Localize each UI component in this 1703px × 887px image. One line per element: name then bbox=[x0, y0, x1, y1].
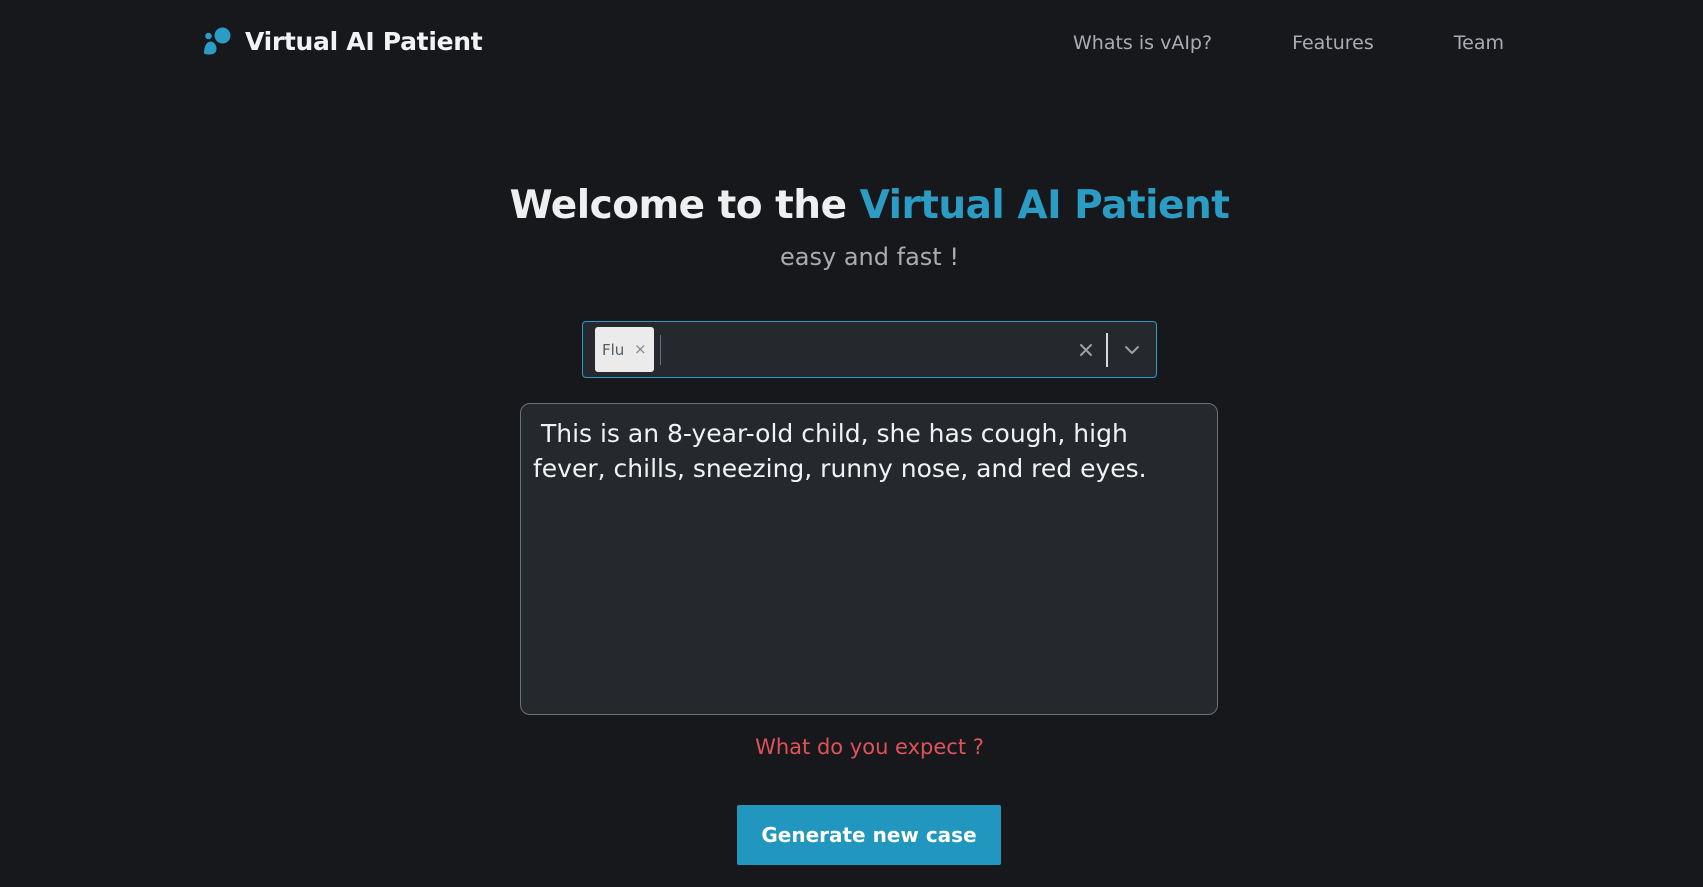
brand-name: Virtual AI Patient bbox=[245, 26, 483, 56]
chevron-down-icon bbox=[1125, 345, 1139, 354]
nav-link-features[interactable]: Features bbox=[1292, 32, 1374, 54]
selected-chip-flu: Flu × bbox=[595, 327, 654, 372]
title-prefix: Welcome to the bbox=[509, 183, 860, 228]
nav-link-team[interactable]: Team bbox=[1454, 32, 1504, 54]
close-icon bbox=[1080, 343, 1092, 356]
page-subtitle: easy and fast ! bbox=[780, 243, 959, 271]
chip-label: Flu bbox=[602, 340, 625, 359]
case-description-textarea[interactable] bbox=[520, 403, 1218, 715]
generate-new-case-button[interactable]: Generate new case bbox=[737, 805, 1001, 865]
what-do-you-expect-link[interactable]: What do you expect ? bbox=[0, 735, 1703, 759]
dropdown-toggle[interactable] bbox=[1114, 332, 1150, 368]
chip-remove-icon[interactable]: × bbox=[633, 342, 647, 357]
brand-link[interactable]: Virtual AI Patient bbox=[201, 24, 483, 58]
brand-logo-icon bbox=[204, 27, 231, 55]
top-header: Virtual AI Patient Whats is vAIp? Featur… bbox=[0, 0, 1703, 84]
disease-select[interactable]: Flu × bbox=[582, 321, 1157, 378]
page: Virtual AI Patient Whats is vAIp? Featur… bbox=[0, 0, 1703, 887]
clear-selection-button[interactable] bbox=[1068, 332, 1104, 368]
select-separator bbox=[1106, 332, 1108, 367]
main-nav: Whats is vAIp? Features Team bbox=[1073, 28, 1504, 58]
page-title: Welcome to the Virtual AI Patient bbox=[0, 183, 1703, 228]
title-accent: Virtual AI Patient bbox=[859, 183, 1230, 228]
disease-search-input[interactable] bbox=[660, 334, 1068, 365]
nav-link-whats-is-vaip[interactable]: Whats is vAIp? bbox=[1073, 32, 1212, 54]
